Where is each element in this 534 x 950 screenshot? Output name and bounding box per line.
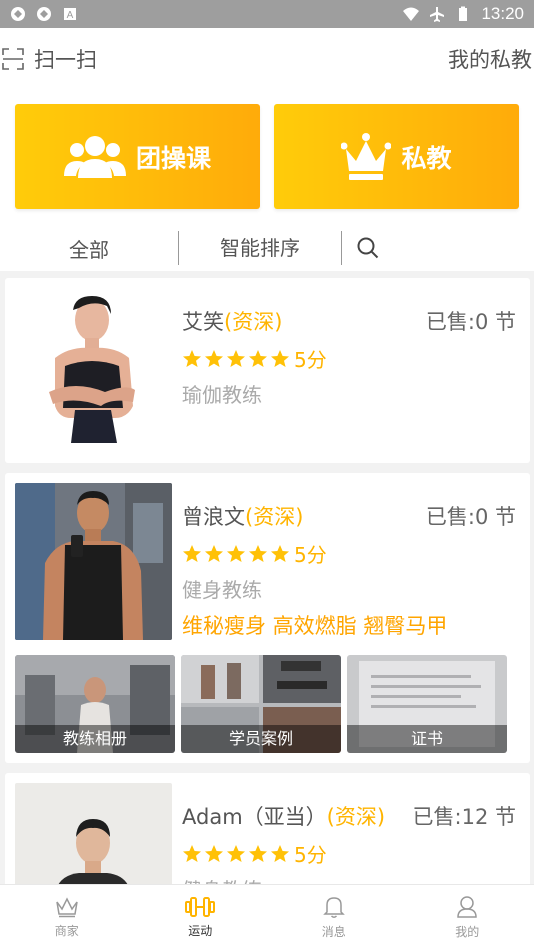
dumbbell-icon (185, 897, 216, 917)
bell-icon (322, 897, 345, 918)
coach-photo (15, 783, 172, 893)
svg-text:A: A (67, 10, 74, 21)
my-private-coach-link[interactable]: 我的私教 (448, 44, 532, 74)
star-icon (227, 544, 245, 562)
coach-photo (15, 288, 172, 445)
coach-name: Adam（亚当）(资深) (182, 801, 385, 831)
star-icon (227, 349, 245, 367)
nav-messages[interactable]: 消息 (267, 885, 401, 950)
star-icon (183, 349, 201, 367)
star-icon (249, 844, 267, 862)
nav-merchant-label: 商家 (54, 924, 79, 938)
scan-label: 扫一扫 (34, 48, 97, 72)
crown-icon (341, 132, 392, 180)
scan-button[interactable]: 扫一扫 (2, 44, 97, 74)
coach-name: 艾笑(资深) (182, 306, 282, 336)
notification-icon (11, 7, 25, 21)
star-icon (183, 544, 201, 562)
private-coach-button[interactable]: 私教 (274, 104, 519, 209)
group-icon (63, 135, 126, 178)
rating-score: 5分 (294, 543, 327, 567)
status-right-icons: 13:20 (403, 4, 524, 24)
wifi-icon (403, 7, 420, 21)
filter-bar: 全部 智能排序 (0, 225, 534, 271)
scan-icon (2, 48, 24, 70)
album-label: 证书 (347, 725, 507, 753)
nav-merchant[interactable]: 商家 (0, 885, 134, 950)
sold-count: 已售:0 节 (425, 505, 516, 529)
coach-role: 瑜伽教练 (182, 383, 262, 407)
coach-name: 曾浪文(资深) (182, 501, 303, 531)
coach-card[interactable]: Adam（亚当）(资深) 已售:12 节 5分 健身教练 (5, 773, 530, 902)
coach-tags: 维秘瘦身 高效燃脂 翘臀马甲 (182, 614, 448, 638)
star-icon (249, 544, 267, 562)
crown-outline-icon (56, 897, 78, 918)
coach-level: (资深) (245, 505, 304, 529)
nav-sports-label: 运动 (188, 924, 213, 938)
group-class-button[interactable]: 团操课 (15, 104, 260, 209)
coach-photo (15, 483, 172, 640)
airplane-icon (430, 7, 445, 22)
coach-album-thumb[interactable]: 教练相册 (15, 655, 175, 753)
rating-score: 5分 (294, 843, 327, 867)
top-bar: 扫一扫 我的私教 (0, 28, 534, 90)
search-icon (357, 237, 379, 259)
star-icon (183, 844, 201, 862)
star-icon (205, 349, 223, 367)
star-icon (271, 349, 289, 367)
album-thumbnails: 教练相册 学员案例 证书 (15, 655, 507, 753)
coach-card[interactable]: 艾笑(资深) 已售:0 节 5分 瑜伽教练 (5, 278, 530, 463)
coach-role: 健身教练 (182, 578, 262, 602)
nav-sports[interactable]: 运动 (134, 885, 268, 950)
star-icon (227, 844, 245, 862)
star-icon (249, 349, 267, 367)
student-cases-thumb[interactable]: 学员案例 (181, 655, 341, 753)
rating-score: 5分 (294, 348, 327, 372)
coach-level: (资深) (326, 805, 386, 829)
coach-name-text: 艾笑 (182, 310, 224, 334)
star-icon (205, 844, 223, 862)
filter-smart-sort[interactable]: 智能排序 (178, 231, 342, 265)
group-class-label: 团操课 (135, 143, 211, 173)
battery-icon (459, 6, 468, 21)
sold-count: 已售:12 节 (412, 805, 516, 829)
user-icon (457, 896, 478, 918)
bottom-navigation: 商家 运动 消息 我的 (0, 884, 534, 950)
coach-name-text: 曾浪文 (182, 505, 245, 529)
rating-stars: 5分 (182, 539, 327, 568)
star-icon (271, 844, 289, 862)
search-button[interactable] (342, 237, 394, 259)
coach-card[interactable]: 曾浪文(资深) 已售:0 节 5分 健身教练 维秘瘦身 高效燃脂 翘臀马甲 教练… (5, 473, 530, 763)
nav-messages-label: 消息 (321, 925, 346, 939)
coach-name-text: Adam（亚当） (182, 805, 327, 829)
album-label: 教练相册 (15, 725, 175, 753)
star-icon (205, 544, 223, 562)
app: A 13:20 扫一扫 我的私教 团操课 私教 全部 智能排序 艾笑(资深) 已… (0, 0, 534, 950)
notification-icon (37, 7, 51, 21)
coach-level: (资深) (224, 310, 283, 334)
private-coach-label: 私教 (401, 143, 452, 173)
rating-stars: 5分 (182, 839, 327, 868)
sold-count: 已售:0 节 (425, 310, 516, 334)
album-label: 学员案例 (181, 725, 341, 753)
category-buttons: 团操课 私教 (0, 90, 534, 225)
filter-all[interactable]: 全部 (0, 234, 178, 263)
status-time: 13:20 (481, 4, 524, 23)
certificate-thumb[interactable]: 证书 (347, 655, 507, 753)
status-bar: A 13:20 (0, 0, 534, 28)
app-notification-icon: A (64, 8, 76, 21)
nav-mine[interactable]: 我的 (401, 885, 534, 950)
rating-stars: 5分 (182, 344, 327, 373)
status-left-icons: A (10, 6, 78, 22)
nav-mine-label: 我的 (455, 925, 480, 939)
star-icon (271, 544, 289, 562)
